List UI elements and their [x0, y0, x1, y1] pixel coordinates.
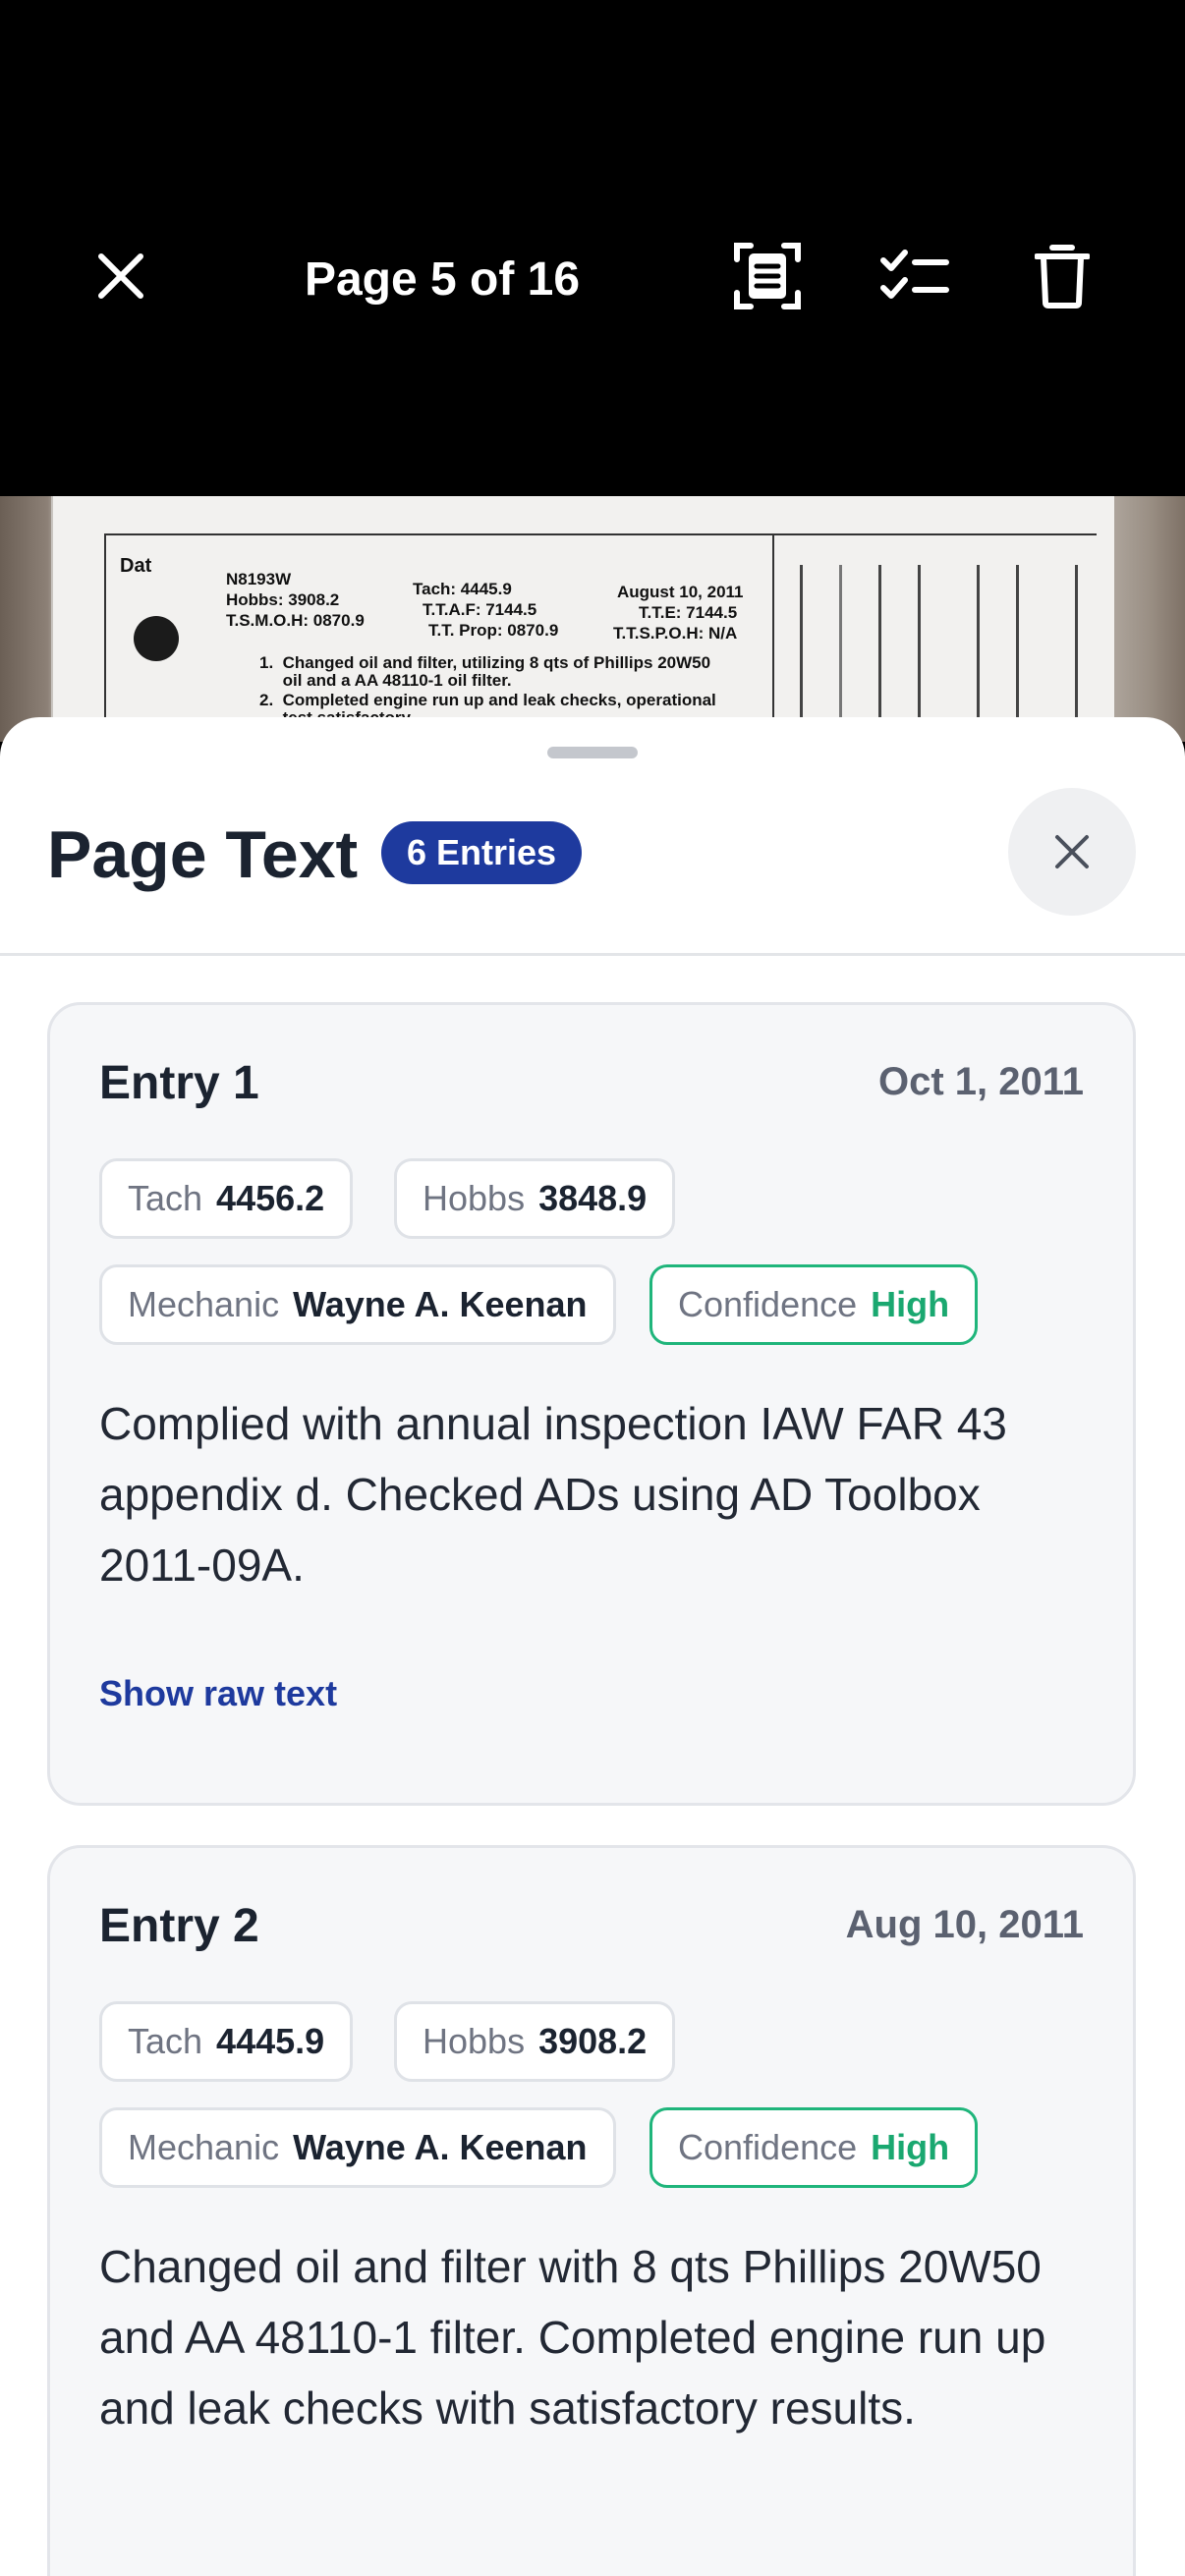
photo-text: Hobbs: 3908.2	[226, 590, 340, 609]
sheet-title: Page Text	[47, 817, 359, 892]
rotated-text-stripe	[918, 565, 921, 732]
checklist-icon	[880, 250, 949, 299]
photo-text: T.T. Prop: 0870.9	[428, 621, 559, 640]
scan-text-button[interactable]	[727, 236, 808, 316]
photo-text: 1. Changed oil and filter, utilizing 8 q…	[259, 653, 711, 672]
confidence-label: Confidence	[678, 1284, 858, 1324]
hobbs-chip: Hobbs 3908.2	[394, 2001, 676, 2082]
tach-label: Tach	[128, 1178, 203, 1218]
entry-card: Entry 2 Aug 10, 2011 Tach 4445.9 Hobbs 3…	[47, 1845, 1136, 2576]
photo-text: T.T.S.P.O.H: N/A	[613, 624, 738, 643]
confidence-label: Confidence	[678, 2127, 858, 2167]
table-rule	[772, 533, 774, 742]
mechanic-label: Mechanic	[128, 1284, 280, 1324]
rotated-text-stripe	[800, 565, 803, 732]
entry-text: Changed oil and filter with 8 qts Philli…	[99, 2241, 1046, 2434]
close-icon	[1055, 835, 1089, 868]
page-text-sheet: Page Text 6 Entries Entry 1 Oct 1, 2011 …	[0, 717, 1185, 2576]
hobbs-chip: Hobbs 3848.9	[394, 1158, 676, 1239]
mechanic-value: Wayne A. Keenan	[293, 1284, 588, 1324]
hobbs-value: 3908.2	[538, 2021, 648, 2061]
photo-text: Tach: 4445.9	[413, 580, 512, 598]
confidence-chip: Confidence High	[649, 2107, 979, 2188]
entry-date: Oct 1, 2011	[877, 1060, 1084, 1103]
confidence-value: High	[871, 1284, 950, 1324]
tach-value: 4456.2	[216, 1178, 325, 1218]
top-toolbar: Page 5 of 16	[0, 0, 1185, 496]
entry-date: Aug 10, 2011	[845, 1903, 1084, 1946]
tach-chip: Tach 4456.2	[99, 1158, 354, 1239]
document-scan-icon	[734, 243, 801, 309]
mechanic-value: Wayne A. Keenan	[293, 2127, 588, 2167]
photo-text: 2. Completed engine run up and leak chec…	[259, 691, 716, 709]
photo-text: Dat	[120, 555, 152, 577]
entry-card: Entry 1 Oct 1, 2011 Tach 4456.2 Hobbs 38…	[47, 1002, 1136, 1806]
rotated-text-stripe	[1075, 565, 1078, 732]
binder-hole	[134, 616, 179, 661]
table-rule	[104, 533, 1097, 535]
page-indicator: Page 5 of 16	[304, 253, 581, 306]
entry-title: Entry 1	[99, 1057, 259, 1109]
close-icon	[98, 253, 143, 299]
entries-count-badge: 6 Entries	[381, 821, 583, 884]
rotated-text-stripe	[1016, 565, 1019, 732]
tach-chip: Tach 4445.9	[99, 2001, 354, 2082]
entry-title: Entry 2	[99, 1900, 259, 1952]
photo-text: T.T.A.F: 7144.5	[423, 600, 537, 619]
rotated-text-stripe	[977, 565, 980, 732]
mechanic-label: Mechanic	[128, 2127, 280, 2167]
photo-text: oil and a AA 48110-1 oil filter.	[259, 671, 512, 690]
photo-text: T.T.E: 7144.5	[639, 603, 738, 622]
table-rule	[104, 533, 106, 742]
show-raw-text-link[interactable]: Show raw text	[99, 1673, 337, 1714]
entry-text: Complied with annual inspection IAW FAR …	[99, 1398, 1007, 1591]
logbook-page: Dat N8193W Hobbs: 3908.2 T.S.M.O.H: 0870…	[51, 496, 1114, 742]
trash-icon	[1035, 245, 1090, 308]
close-viewer-button[interactable]	[81, 236, 161, 316]
hobbs-label: Hobbs	[423, 2021, 526, 2061]
close-sheet-button[interactable]	[1008, 788, 1136, 916]
mechanic-chip: Mechanic Wayne A. Keenan	[99, 2107, 616, 2188]
tach-value: 4445.9	[216, 2021, 325, 2061]
sheet-drag-handle[interactable]	[547, 747, 638, 758]
confidence-value: High	[871, 2127, 950, 2167]
document-photo: Dat N8193W Hobbs: 3908.2 T.S.M.O.H: 0870…	[0, 496, 1185, 742]
tach-label: Tach	[128, 2021, 203, 2061]
mechanic-chip: Mechanic Wayne A. Keenan	[99, 1264, 616, 1345]
confidence-chip: Confidence High	[649, 1264, 979, 1345]
hobbs-label: Hobbs	[423, 1178, 526, 1218]
photo-text: N8193W	[226, 570, 292, 588]
photo-text: T.S.M.O.H: 0870.9	[226, 611, 365, 630]
hobbs-value: 3848.9	[538, 1178, 648, 1218]
photo-text: August 10, 2011	[617, 583, 744, 601]
header-divider	[0, 953, 1185, 956]
rotated-text-stripe	[839, 565, 842, 732]
rotated-text-stripe	[878, 565, 881, 732]
delete-page-button[interactable]	[1022, 236, 1102, 316]
checklist-button[interactable]	[875, 236, 955, 316]
